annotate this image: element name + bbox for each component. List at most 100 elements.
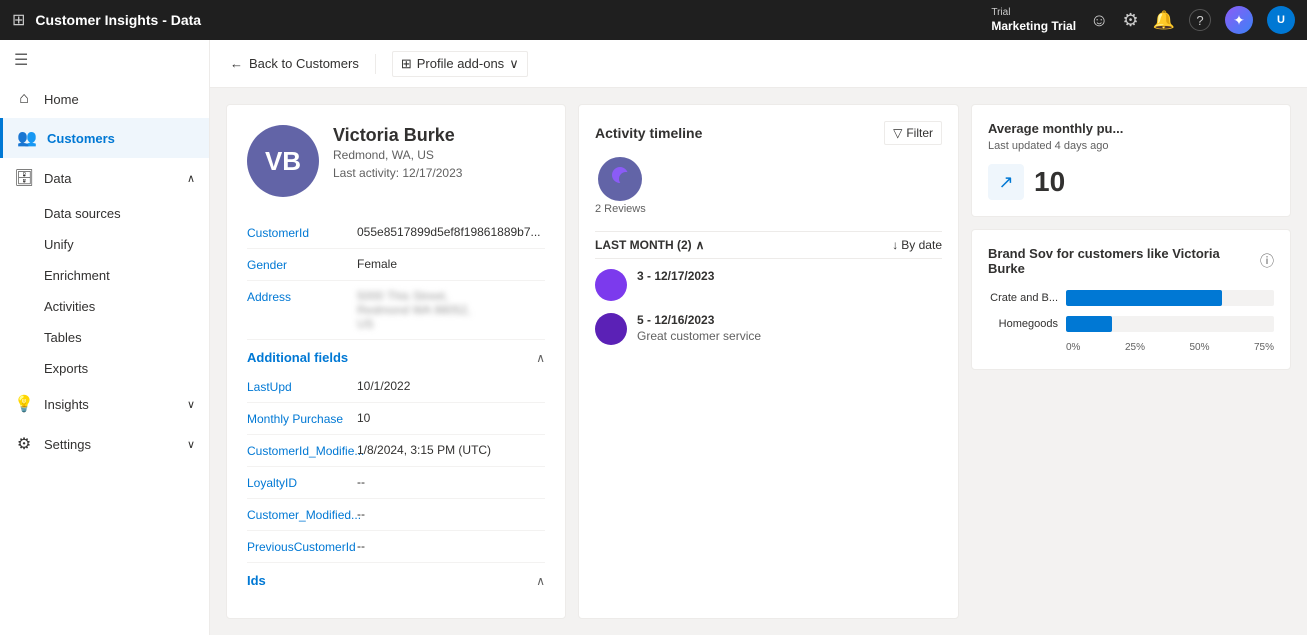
field-value-previous-customerid: -- <box>357 539 365 553</box>
copilot-icon[interactable]: ✦ <box>1225 6 1253 34</box>
user-avatar[interactable]: U <box>1267 6 1295 34</box>
sidebar-item-home[interactable]: ⌂ Home <box>0 80 209 118</box>
filter-label: Filter <box>906 126 933 140</box>
sidebar-item-customers[interactable]: 👥 Customers <box>0 118 209 158</box>
timeline-item-1-date: 3 - 12/17/2023 <box>637 269 714 283</box>
field-value-address: 5000 This Street,Redmond WA 98052,US <box>357 289 471 331</box>
field-customerid-modified: CustomerId_Modifie... 1/8/2024, 3:15 PM … <box>247 435 545 467</box>
field-customer-modified: Customer_Modified... -- <box>247 499 545 531</box>
info-icon[interactable]: ⓘ <box>1260 251 1274 271</box>
month-label[interactable]: LAST MONTH (2) ∧ <box>595 238 704 252</box>
sidebar-label-insights: Insights <box>44 397 89 412</box>
field-gender: Gender Female <box>247 249 545 281</box>
customers-icon: 👥 <box>17 128 37 148</box>
sidebar-item-data[interactable]: 🗄 Data ∧ <box>0 158 209 198</box>
sidebar-item-exports[interactable]: Exports <box>44 353 209 384</box>
sidebar-label-data: Data <box>44 171 71 186</box>
back-to-customers-button[interactable]: ← Back to Customers <box>230 56 359 71</box>
month-group-header: LAST MONTH (2) ∧ ↓ By date <box>595 231 942 259</box>
notification-icon[interactable]: 🔔 <box>1153 10 1175 31</box>
timeline-item-1: 3 - 12/17/2023 <box>595 269 942 301</box>
field-previous-customerid: PreviousCustomerId -- <box>247 531 545 563</box>
profile-addon-label: Profile add-ons <box>417 56 504 71</box>
customer-info: Victoria Burke Redmond, WA, US Last acti… <box>333 125 462 180</box>
timeline-item-2-desc: Great customer service <box>637 329 761 343</box>
sidebar-toggle[interactable]: ☰ <box>0 40 209 80</box>
app-title: Customer Insights - Data <box>35 12 981 28</box>
main-content: ← Back to Customers ⊞ Profile add-ons ∨ … <box>210 40 1307 635</box>
activity-timeline-title: Activity timeline <box>595 125 702 141</box>
filter-button[interactable]: ▽ Filter <box>884 121 942 145</box>
profile-addon-icon: ⊞ <box>401 56 412 72</box>
brand-sov-header: Brand Sov for customers like Victoria Bu… <box>988 246 1274 276</box>
sidebar-label-home: Home <box>44 92 79 107</box>
home-icon: ⌂ <box>14 90 34 108</box>
axis-50: 50% <box>1189 342 1209 353</box>
axis-0: 0% <box>1066 342 1080 353</box>
data-icon: 🗄 <box>14 168 34 188</box>
timeline-item-2-content: 5 - 12/16/2023 Great customer service <box>637 313 761 343</box>
field-label-lastupd: LastUpd <box>247 379 347 394</box>
trend-up-icon: ↗ <box>988 164 1024 200</box>
timeline-item-1-content: 3 - 12/17/2023 <box>637 269 714 283</box>
ids-section-header[interactable]: Ids ∧ <box>247 563 545 594</box>
sort-by-date-button[interactable]: ↓ By date <box>892 238 942 252</box>
bar-fill-homegoods <box>1066 316 1112 332</box>
bar-axis: 0% 25% 50% 75% <box>988 342 1274 353</box>
grid-icon[interactable]: ⊞ <box>12 10 25 30</box>
filter-icon: ▽ <box>893 126 902 140</box>
bubble-label: 2 Reviews <box>595 203 646 215</box>
field-lastupd: LastUpd 10/1/2022 <box>247 371 545 403</box>
chevron-down-icon: ∨ <box>187 398 195 411</box>
sidebar: ☰ ⌂ Home 👥 Customers 🗄 Data ∧ Data sourc… <box>0 40 210 635</box>
field-label-previous-customerid: PreviousCustomerId <box>247 539 347 554</box>
sidebar-item-insights[interactable]: 💡 Insights ∨ <box>0 384 209 424</box>
sidebar-label-settings: Settings <box>44 437 91 452</box>
smiley-icon[interactable]: ☺ <box>1090 10 1108 31</box>
sidebar-item-tables[interactable]: Tables <box>44 322 209 353</box>
customer-location: Redmond, WA, US <box>333 148 462 162</box>
chevron-down-icon2: ∨ <box>187 438 195 451</box>
field-address: Address 5000 This Street,Redmond WA 9805… <box>247 281 545 340</box>
field-loyaltyid: LoyaltyID -- <box>247 467 545 499</box>
review-bubble <box>598 157 642 201</box>
settings-side-icon: ⚙ <box>14 434 34 454</box>
help-icon[interactable]: ? <box>1189 9 1211 31</box>
avg-monthly-updated: Last updated 4 days ago <box>988 140 1274 152</box>
trial-badge: Trial Marketing Trial <box>991 7 1076 33</box>
profile-addon-button[interactable]: ⊞ Profile add-ons ∨ <box>392 51 528 77</box>
sidebar-item-activities[interactable]: Activities <box>44 291 209 322</box>
content-area: VB Victoria Burke Redmond, WA, US Last a… <box>210 88 1307 635</box>
insights-icon: 💡 <box>14 394 34 414</box>
bar-row-crate: Crate and B... <box>988 290 1274 306</box>
field-label-customerid-modified: CustomerId_Modifie... <box>247 443 347 458</box>
top-nav: ⊞ Customer Insights - Data Trial Marketi… <box>0 0 1307 40</box>
profile-card: VB Victoria Burke Redmond, WA, US Last a… <box>226 104 566 619</box>
sidebar-label-customers: Customers <box>47 131 115 146</box>
field-customerid: CustomerId 055e8517899d5ef8f19861889b7..… <box>247 217 545 249</box>
field-value-customer-modified: -- <box>357 507 365 521</box>
chevron-up-icon: ∧ <box>187 172 195 185</box>
axis-25: 25% <box>1125 342 1145 353</box>
field-label-address: Address <box>247 289 347 304</box>
sidebar-item-enrichment[interactable]: Enrichment <box>44 260 209 291</box>
dropdown-icon: ∨ <box>509 56 519 72</box>
sidebar-item-unify[interactable]: Unify <box>44 229 209 260</box>
brand-sov-card: Brand Sov for customers like Victoria Bu… <box>971 229 1291 370</box>
axis-75: 75% <box>1254 342 1274 353</box>
timeline-dot-2 <box>595 313 627 345</box>
customer-header: VB Victoria Burke Redmond, WA, US Last a… <box>247 125 545 197</box>
sidebar-item-data-sources[interactable]: Data sources <box>44 198 209 229</box>
avg-monthly-value: 10 <box>1034 166 1065 198</box>
sort-icon: ↓ <box>892 238 898 252</box>
avg-monthly-title: Average monthly pu... <box>988 121 1274 136</box>
field-label-monthly-purchase: Monthly Purchase <box>247 411 347 426</box>
bar-track-crate <box>1066 290 1274 306</box>
additional-fields-section-header[interactable]: Additional fields ∧ <box>247 340 545 371</box>
additional-fields-list: LastUpd 10/1/2022 Monthly Purchase 10 Cu… <box>247 371 545 563</box>
sidebar-item-settings[interactable]: ⚙ Settings ∨ <box>0 424 209 464</box>
back-label: Back to Customers <box>249 56 359 71</box>
chevron-up-icon3: ∧ <box>536 351 545 365</box>
activity-card: Activity timeline ▽ Filter 2 Reviews <box>578 104 959 619</box>
settings-icon[interactable]: ⚙ <box>1122 10 1138 31</box>
